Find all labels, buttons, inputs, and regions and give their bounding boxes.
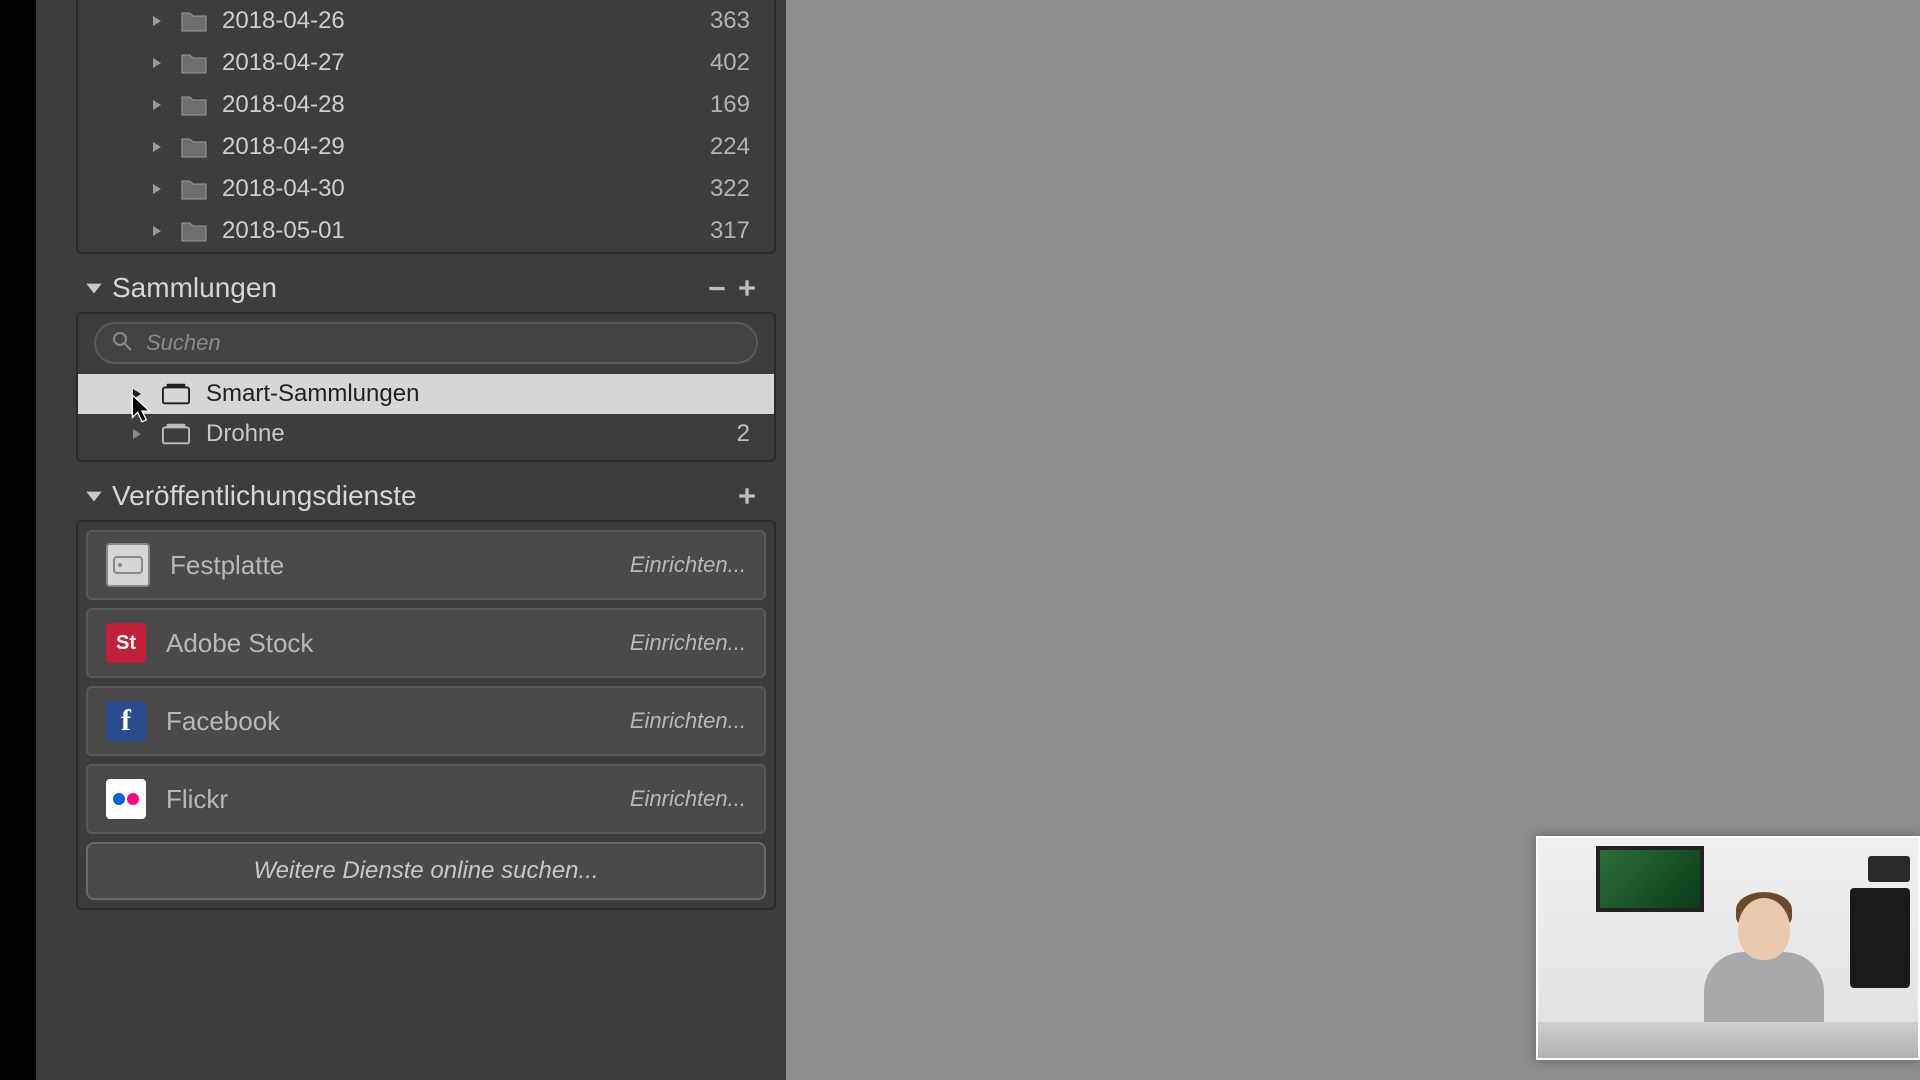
service-name: Adobe Stock <box>166 628 630 659</box>
service-setup-button[interactable]: Einrichten... <box>630 552 746 578</box>
publish-service-hd[interactable]: Festplatte Einrichten... <box>86 530 766 600</box>
service-setup-button[interactable]: Einrichten... <box>630 708 746 734</box>
folder-icon <box>180 91 208 119</box>
folder-count: 169 <box>710 91 750 119</box>
disclosure-right-icon[interactable] <box>148 12 166 30</box>
disclosure-right-icon[interactable] <box>128 385 146 403</box>
folders-panel: 2018-04-26 363 2018-04-27 402 2018-04-28… <box>76 0 776 254</box>
library-sidebar: 2018-04-26 363 2018-04-27 402 2018-04-28… <box>36 0 786 1080</box>
publish-plus-button[interactable] <box>732 481 762 511</box>
collection-set-icon <box>162 380 190 408</box>
folder-name: 2018-05-01 <box>222 217 710 245</box>
folder-row[interactable]: 2018-04-29 224 <box>78 126 774 168</box>
folder-count: 317 <box>710 217 750 245</box>
folder-row[interactable]: 2018-04-26 363 <box>78 0 774 42</box>
collections-title: Sammlungen <box>112 272 702 304</box>
folder-row[interactable]: 2018-04-28 169 <box>78 84 774 126</box>
folder-row[interactable]: 2018-04-30 322 <box>78 168 774 210</box>
collections-minus-button[interactable] <box>702 273 732 303</box>
disclosure-right-icon[interactable] <box>148 138 166 156</box>
folder-icon <box>180 49 208 77</box>
service-icon-fb: f <box>106 701 146 741</box>
service-setup-button[interactable]: Einrichten... <box>630 630 746 656</box>
folder-count: 322 <box>710 175 750 203</box>
collections-search[interactable] <box>94 322 758 364</box>
service-icon-hd <box>106 543 150 587</box>
collections-panel-header[interactable]: Sammlungen <box>76 264 776 312</box>
disclosure-right-icon[interactable] <box>128 425 146 443</box>
publish-panel: Festplatte Einrichten... St Adobe Stock … <box>76 520 776 910</box>
service-name: Facebook <box>166 706 630 737</box>
folder-count: 224 <box>710 133 750 161</box>
collections-search-input[interactable] <box>144 329 740 357</box>
disclosure-right-icon[interactable] <box>148 96 166 114</box>
search-icon <box>112 331 132 356</box>
folder-icon <box>180 133 208 161</box>
collection-name: Smart-Sammlungen <box>206 380 750 408</box>
folder-count: 363 <box>710 7 750 35</box>
disclosure-down-icon[interactable] <box>76 277 112 299</box>
folder-row[interactable]: 2018-04-27 402 <box>78 42 774 84</box>
collection-row-selected[interactable]: Smart-Sammlungen <box>78 374 774 414</box>
publish-service-flk[interactable]: Flickr Einrichten... <box>86 764 766 834</box>
service-icon-flk <box>106 779 146 819</box>
folder-count: 402 <box>710 49 750 77</box>
publish-service-fb[interactable]: f Facebook Einrichten... <box>86 686 766 756</box>
disclosure-right-icon[interactable] <box>148 222 166 240</box>
folder-icon <box>180 175 208 203</box>
folder-icon <box>180 7 208 35</box>
collection-set-icon <box>162 420 190 448</box>
folder-row[interactable]: 2018-05-01 317 <box>78 210 774 252</box>
left-black-strip <box>0 0 36 1080</box>
find-more-services-button[interactable]: Weitere Dienste online suchen... <box>86 842 766 900</box>
disclosure-right-icon[interactable] <box>148 54 166 72</box>
service-name: Festplatte <box>170 550 630 581</box>
folder-name: 2018-04-27 <box>222 49 710 77</box>
collections-panel: Smart-Sammlungen Drohne 2 <box>76 312 776 462</box>
disclosure-right-icon[interactable] <box>148 180 166 198</box>
service-setup-button[interactable]: Einrichten... <box>630 786 746 812</box>
webcam-overlay <box>1536 836 1920 1060</box>
folder-name: 2018-04-28 <box>222 91 710 119</box>
collection-count: 2 <box>737 420 750 448</box>
collection-row[interactable]: Drohne 2 <box>78 414 774 454</box>
folder-name: 2018-04-26 <box>222 7 710 35</box>
publish-title: Veröffentlichungsdienste <box>112 480 732 512</box>
service-name: Flickr <box>166 784 630 815</box>
folder-name: 2018-04-30 <box>222 175 710 203</box>
collections-plus-button[interactable] <box>732 273 762 303</box>
folder-icon <box>180 217 208 245</box>
folder-name: 2018-04-29 <box>222 133 710 161</box>
service-icon-st: St <box>106 623 146 663</box>
collection-name: Drohne <box>206 420 737 448</box>
publish-service-st[interactable]: St Adobe Stock Einrichten... <box>86 608 766 678</box>
disclosure-down-icon[interactable] <box>76 485 112 507</box>
publish-panel-header[interactable]: Veröffentlichungsdienste <box>76 472 776 520</box>
